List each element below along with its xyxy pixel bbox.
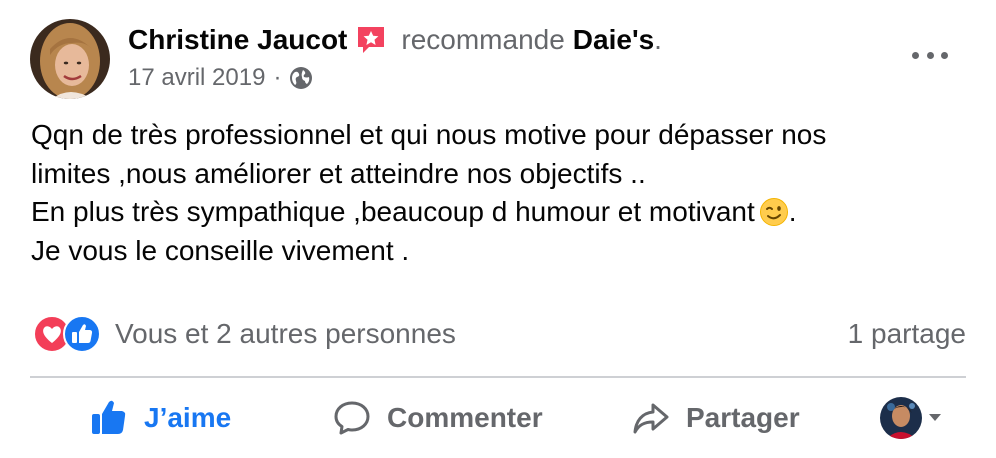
more-dot — [941, 51, 948, 59]
recommended-page-name[interactable]: Daie's — [573, 22, 654, 58]
more-options-icon[interactable] — [912, 45, 948, 65]
share-button[interactable]: Partager — [632, 392, 800, 444]
actions-divider — [30, 376, 966, 378]
post-date[interactable]: 17 avril 2019 — [128, 63, 265, 93]
recommendation-star-icon — [355, 24, 387, 56]
post-meta: 17 avril 2019 · — [128, 63, 313, 93]
more-dot — [926, 51, 934, 59]
recommend-verb: recommande — [401, 24, 565, 55]
profile-switcher[interactable] — [880, 396, 942, 440]
post-header: Christine Jaucot recommande Daie's . — [128, 22, 662, 58]
post-text-line: limites ,nous améliorer et atteindre nos… — [31, 155, 961, 194]
viewer-avatar — [880, 397, 922, 439]
author-avatar[interactable] — [30, 19, 110, 99]
more-dot — [912, 51, 919, 59]
post-text-line-content: limites ,nous améliorer et atteindre nos… — [31, 157, 646, 189]
action-bar: J’aime Commenter Partager — [0, 392, 996, 444]
comment-button[interactable]: Commenter — [333, 392, 543, 444]
meta-separator: · — [273, 64, 282, 91]
share-count[interactable]: 1 partage — [848, 316, 966, 352]
share-label: Partager — [686, 402, 800, 433]
share-arrow-icon — [633, 403, 669, 434]
reactions-summary[interactable]: Vous et 2 autres personnes — [33, 314, 456, 354]
post-text-period: . — [788, 196, 797, 227]
like-button[interactable]: J’aime — [90, 392, 231, 444]
header-period: . — [654, 24, 662, 55]
thumbs-up-icon — [92, 400, 126, 434]
recommendation-post: Christine Jaucot recommande Daie's . 17 … — [0, 0, 996, 458]
comment-icon — [334, 401, 370, 435]
post-text-line: Qqn de très professionnel et qui nous mo… — [31, 119, 827, 150]
post-text-line: En plus très sympathique ,beaucoup d hum… — [31, 193, 961, 232]
globe-icon[interactable] — [289, 66, 313, 90]
reaction-count-text[interactable]: Vous et 2 autres personnes — [115, 318, 456, 350]
winking-face-icon — [759, 197, 789, 227]
like-reaction-icon — [63, 315, 101, 353]
comment-label: Commenter — [387, 402, 543, 433]
post-text-line: Je vous le conseille vivement . — [31, 234, 410, 266]
post-text-line-content: En plus très sympathique ,beaucoup d hum… — [31, 196, 755, 227]
post-text: Qqn de très professionnel et qui nous mo… — [31, 116, 961, 270]
author-name[interactable]: Christine Jaucot — [128, 22, 347, 58]
chevron-down-icon — [929, 414, 941, 421]
like-label: J’aime — [144, 402, 232, 433]
